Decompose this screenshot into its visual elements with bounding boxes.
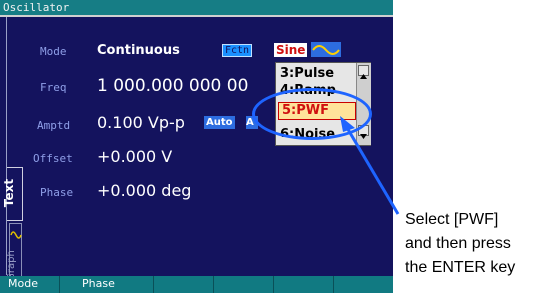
instruction-line-3: the ENTER key: [405, 259, 516, 276]
instruction-line-2: and then press: [405, 235, 511, 252]
instruction-line-1: Select [PWF]: [405, 211, 499, 228]
instruction-callout: Select [PWF] and then press the ENTER ke…: [405, 208, 555, 280]
